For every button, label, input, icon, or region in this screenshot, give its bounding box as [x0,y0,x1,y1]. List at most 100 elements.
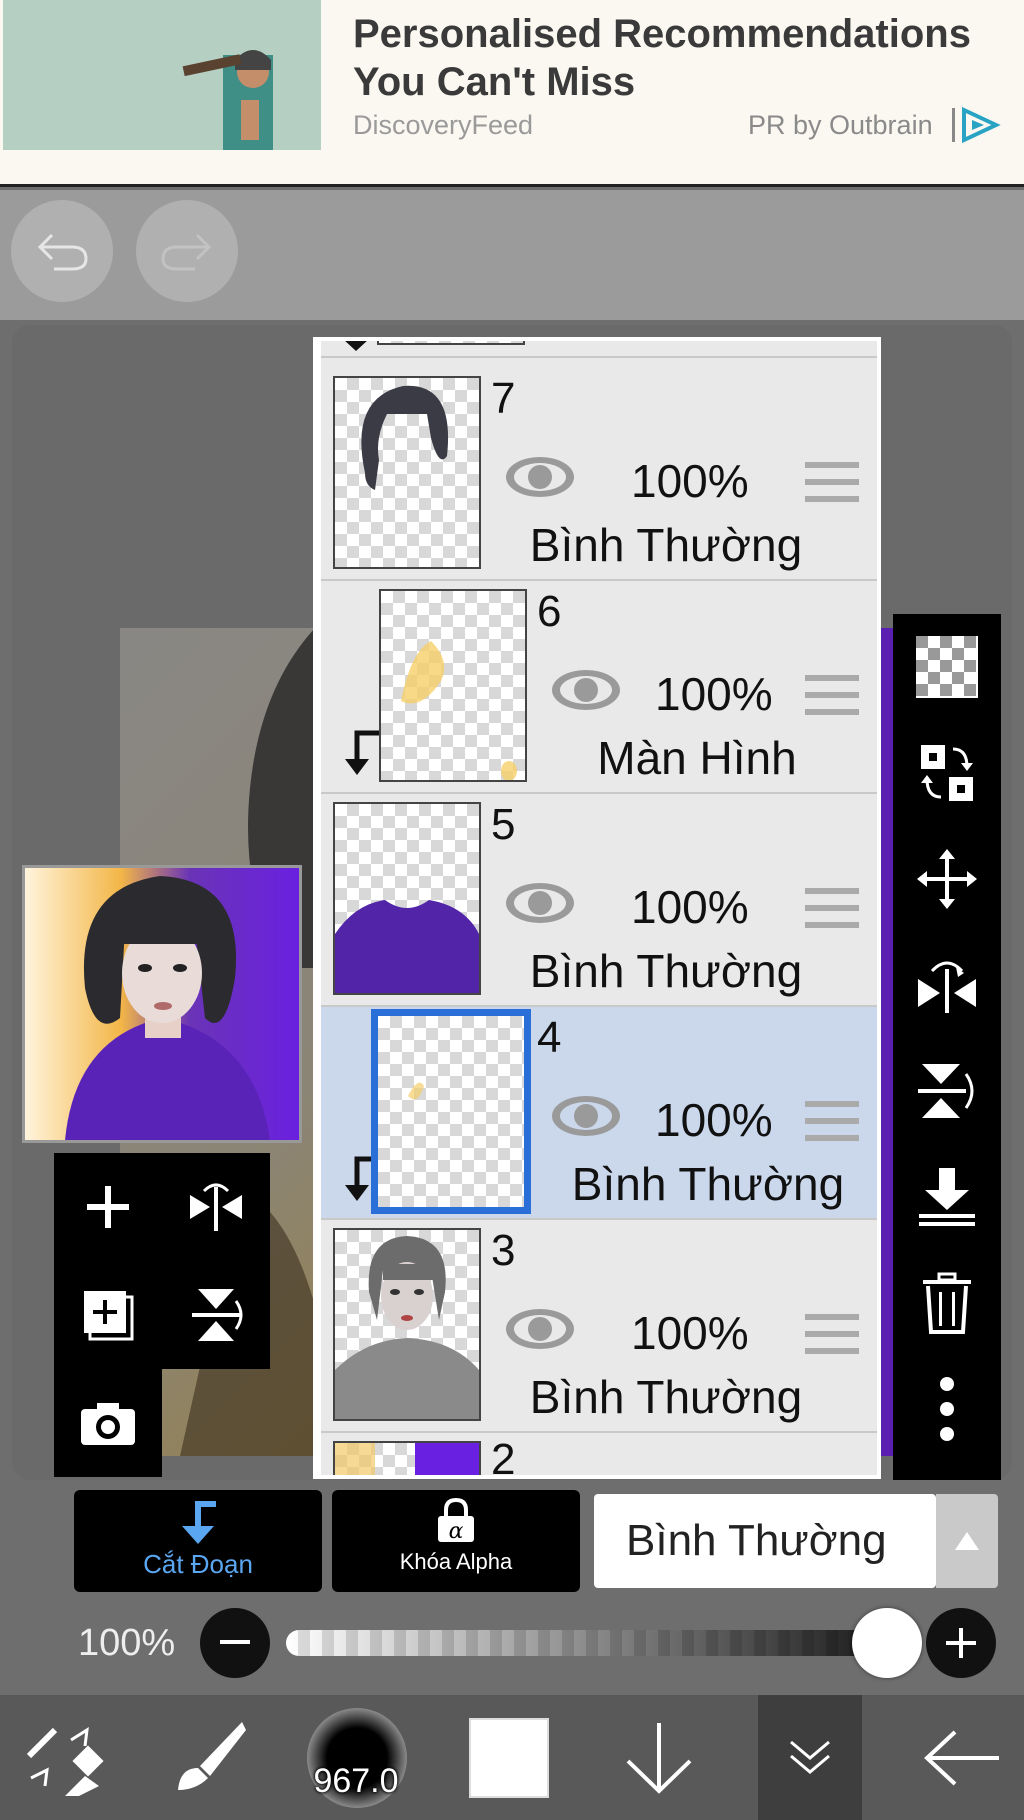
arrow-down-icon [626,1722,692,1794]
blend-mode-select[interactable]: Bình Thường [594,1494,936,1588]
add-copy-icon [84,1291,134,1341]
layer-number: 5 [491,800,516,849]
drag-handle-icon[interactable] [805,460,859,504]
layer-blend-mode: Bình Thường [529,1371,803,1423]
transform-tool-button[interactable] [10,1695,120,1820]
layer-list[interactable]: 7 100% Bình Thường 6 100% Màn Hình 5 100… [321,341,877,1475]
plus-icon [946,1628,976,1658]
layer-opacity: 100% [631,455,749,507]
delete-layer-button[interactable] [893,1250,1001,1356]
swap-layer-button[interactable] [893,720,1001,826]
visibility-eye-icon[interactable] [503,880,577,926]
blend-mode-dropdown-button[interactable] [936,1494,998,1588]
redo-icon [161,233,212,271]
layer-opacity: 100% [655,1094,773,1146]
opacity-label: 100% [78,1622,176,1664]
layer-number: 2 [491,1435,516,1475]
clipping-button[interactable]: Cắt Đoạn [74,1490,322,1592]
move-button[interactable] [893,826,1001,932]
scroll-down-button[interactable] [604,1695,714,1820]
layer-row[interactable] [321,341,877,358]
visibility-eye-icon[interactable] [549,1093,623,1139]
brush-tool-button[interactable] [155,1695,265,1820]
transparency-button[interactable] [893,614,1001,720]
layer-thumbnail [333,802,481,995]
brush-icon [178,1721,246,1790]
flip-horizontal-icon [918,961,976,1013]
clipping-label: Cắt Đoạn [143,1549,253,1579]
layer-thumbnail [377,341,525,345]
flip-horizontal-icon [190,1183,242,1231]
layer-blend-mode: Bình Thường [529,945,803,997]
ad-banner[interactable]: Personalised Recommendations You Can't M… [0,0,1024,187]
opacity-slider-thumb[interactable] [852,1608,922,1678]
camera-panel [54,1369,162,1477]
brush-size-button[interactable] [304,1695,410,1820]
more-options-button[interactable] [893,1356,1001,1462]
layer-blend-mode: Bình Thường [571,1158,845,1210]
alpha-lock-label: Khóa Alpha [399,1549,513,1574]
swap-icon [921,745,973,801]
visibility-eye-icon[interactable] [503,1306,577,1352]
undo-icon [37,233,88,271]
plus-icon [87,1186,129,1228]
layer-row-2[interactable]: 2 [321,1433,877,1475]
lock-alpha-icon: α [438,1497,474,1544]
ad-pr-label[interactable]: PR by Outbrain [748,110,933,141]
more-vertical-icon [940,1377,954,1441]
flip-layer-vertical-button[interactable] [162,1261,270,1369]
add-layer-button[interactable] [54,1153,162,1261]
ad-title[interactable]: Personalised Recommendations You Can't M… [353,10,1013,106]
camera-button[interactable] [54,1369,162,1477]
visibility-eye-icon[interactable] [503,454,577,500]
layer-number: 4 [537,1013,562,1062]
visibility-eye-icon[interactable] [549,667,623,713]
layer-row-6[interactable]: 6 100% Màn Hình [321,581,877,794]
layer-thumbnail [379,589,527,782]
right-tool-strip [893,614,1001,1480]
outbrain-logo-icon[interactable] [950,104,1002,146]
layer-number: 6 [537,587,562,636]
top-toolbar [0,190,1024,320]
layer-thumbnail [333,376,481,569]
color-button[interactable] [454,1695,564,1820]
alpha-lock-button[interactable]: α Khóa Alpha [332,1490,580,1592]
opacity-slider-track[interactable] [286,1630,886,1656]
layer-number: 7 [491,374,516,423]
triangle-up-icon [955,1532,979,1550]
svg-text:α: α [449,1519,464,1544]
undo-button[interactable] [11,200,113,302]
layer-row-5[interactable]: 5 100% Bình Thường [321,794,877,1007]
brush-size-value: 967.0 [313,1762,399,1800]
ad-image[interactable] [3,0,321,150]
opacity-increase-button[interactable] [926,1608,996,1678]
flip-layer-horizontal-button[interactable] [162,1153,270,1261]
arrow-left-icon [924,1730,999,1785]
flip-vertical-button[interactable] [893,1038,1001,1144]
drag-handle-icon[interactable] [805,1312,859,1356]
add-layer-copy-button[interactable] [54,1261,162,1369]
ad-source: DiscoveryFeed [353,110,534,140]
layers-button[interactable] [758,1695,862,1820]
layer-thumbnail [333,1228,481,1421]
layer-blend-mode: Màn Hình [597,732,797,784]
layer-row-4-selected[interactable]: 4 100% Bình Thường [321,1007,877,1220]
canvas-preview[interactable] [22,865,302,1143]
flip-horizontal-button[interactable] [893,932,1001,1038]
layer-panel: 7 100% Bình Thường 6 100% Màn Hình 5 100… [313,337,881,1479]
camera-icon [81,1403,135,1445]
checker-icon [916,636,978,698]
current-color-swatch [469,1717,549,1798]
drag-handle-icon[interactable] [805,886,859,930]
layer-opacity: 100% [655,668,773,720]
back-button[interactable] [906,1695,1016,1820]
merge-down-button[interactable] [893,1144,1001,1250]
opacity-decrease-button[interactable] [200,1608,270,1678]
layer-row-7[interactable]: 7 100% Bình Thường [321,368,877,581]
layer-row-3[interactable]: 3 100% Bình Thường [321,1220,877,1433]
layer-thumbnail [333,1441,481,1475]
minus-icon [220,1640,250,1644]
redo-button[interactable] [136,200,238,302]
drag-handle-icon[interactable] [805,1099,859,1143]
drag-handle-icon[interactable] [805,673,859,717]
